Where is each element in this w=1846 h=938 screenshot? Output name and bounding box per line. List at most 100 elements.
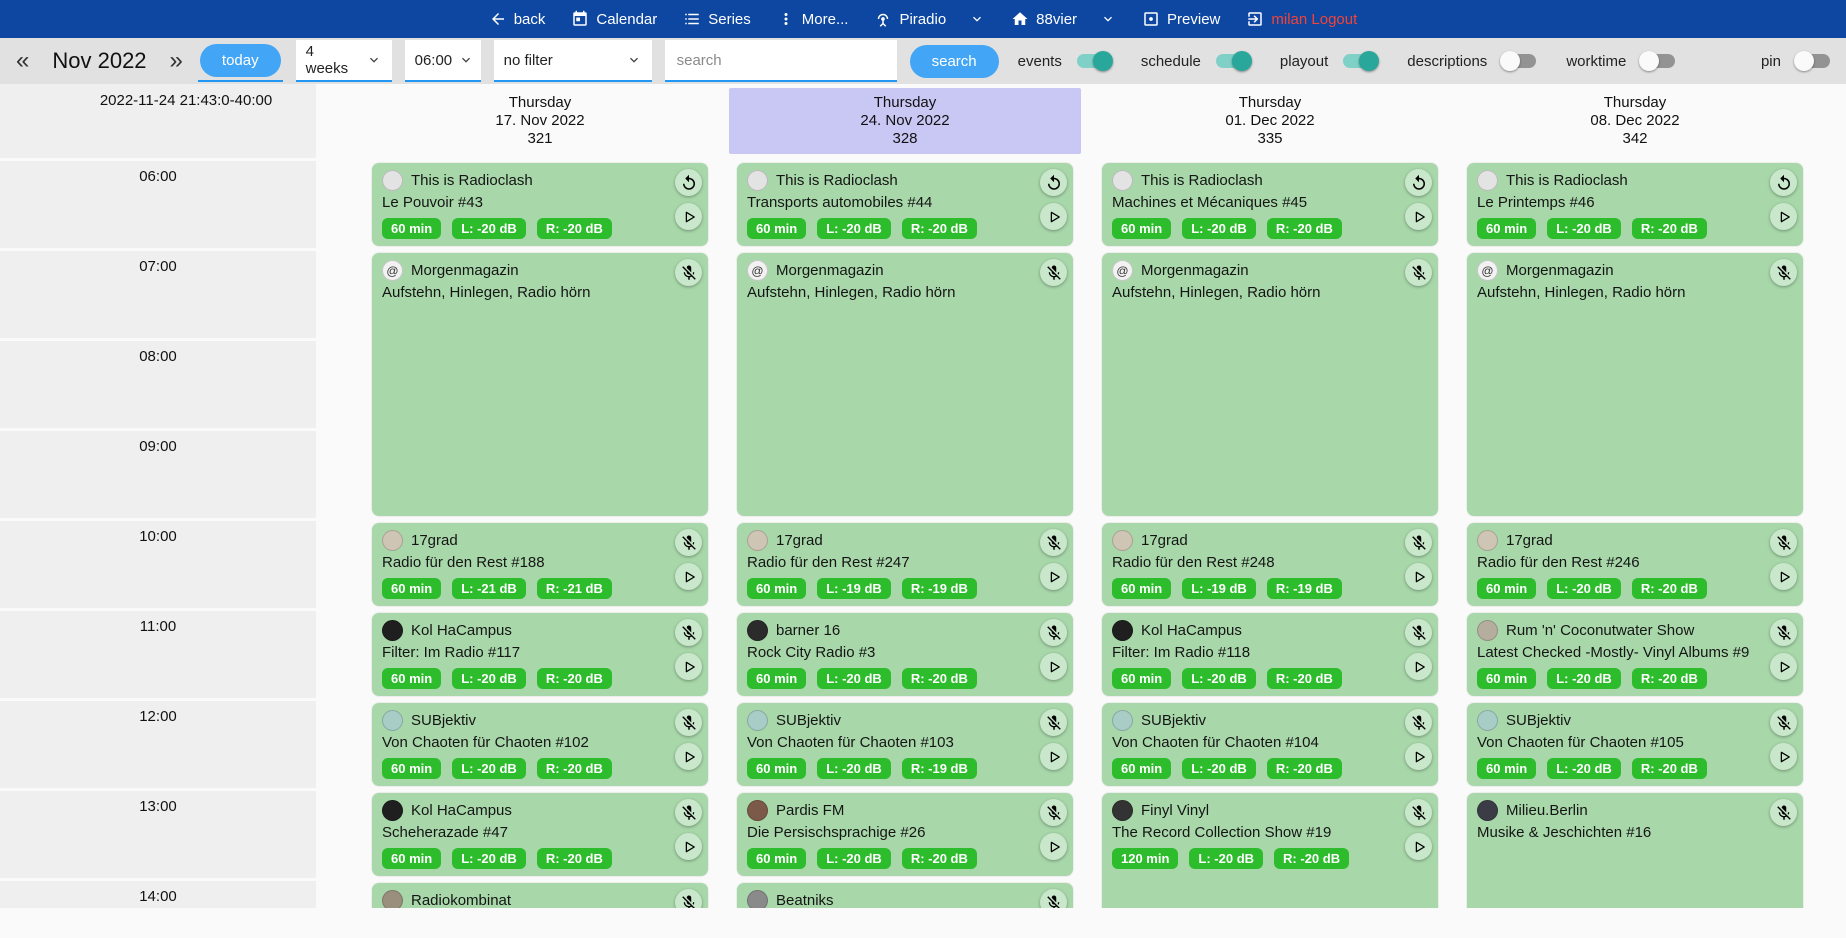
- play-button[interactable]: [1405, 833, 1432, 860]
- play-button[interactable]: [1770, 743, 1797, 770]
- play-button[interactable]: [1405, 203, 1432, 230]
- play-button[interactable]: [1040, 203, 1067, 230]
- nav-item-back[interactable]: back: [489, 10, 546, 28]
- day-header-01-dec-2022[interactable]: Thursday01. Dec 2022335: [1102, 88, 1438, 154]
- event-card[interactable]: Kol HaCampusFilter: Im Radio #11860 minL…: [1102, 613, 1438, 696]
- play-button[interactable]: [675, 563, 702, 590]
- play-button[interactable]: [1040, 563, 1067, 590]
- chevron-down-button[interactable]: [969, 11, 985, 27]
- play-button[interactable]: [675, 203, 702, 230]
- play-button[interactable]: [1770, 203, 1797, 230]
- nav-item-more[interactable]: More...: [777, 10, 849, 28]
- play-button[interactable]: [1040, 743, 1067, 770]
- events-switch[interactable]: [1075, 51, 1113, 71]
- mic-off-button[interactable]: [675, 799, 702, 826]
- event-card[interactable]: @MorgenmagazinAufstehn, Hinlegen, Radio …: [1467, 253, 1803, 516]
- mic-off-button[interactable]: [1405, 259, 1432, 286]
- episode-title: Filter: Im Radio #117: [382, 644, 698, 661]
- range-select[interactable]: 4 weeks: [296, 40, 392, 82]
- event-card[interactable]: Pardis FMDie Persischsprachige #2660 min…: [737, 793, 1073, 876]
- filter-select[interactable]: no filter: [494, 40, 652, 82]
- event-card[interactable]: Milieu.BerlinMusike & Jeschichten #16: [1467, 793, 1803, 908]
- mic-off-button[interactable]: [1040, 619, 1067, 646]
- event-card[interactable]: Beatniks: [737, 883, 1073, 908]
- mic-off-button[interactable]: [1040, 259, 1067, 286]
- search-input[interactable]: [665, 40, 897, 82]
- event-card[interactable]: Kol HaCampusFilter: Im Radio #11760 minL…: [372, 613, 708, 696]
- mic-off-button[interactable]: [1040, 799, 1067, 826]
- pin-switch[interactable]: [1794, 51, 1832, 71]
- mic-off-button[interactable]: [675, 259, 702, 286]
- play-button[interactable]: [1405, 653, 1432, 680]
- descriptions-switch[interactable]: [1500, 51, 1538, 71]
- play-button[interactable]: [675, 743, 702, 770]
- event-card[interactable]: @MorgenmagazinAufstehn, Hinlegen, Radio …: [1102, 253, 1438, 516]
- mic-off-button[interactable]: [1770, 529, 1797, 556]
- event-card[interactable]: Finyl VinylThe Record Collection Show #1…: [1102, 793, 1438, 908]
- chevron-down-button[interactable]: [1100, 11, 1116, 27]
- play-button[interactable]: [1040, 653, 1067, 680]
- event-card[interactable]: 17gradRadio für den Rest #24860 minL: -1…: [1102, 523, 1438, 606]
- event-card[interactable]: SUBjektivVon Chaoten für Chaoten #10360 …: [737, 703, 1073, 786]
- mic-off-button[interactable]: [1405, 619, 1432, 646]
- event-card[interactable]: SUBjektivVon Chaoten für Chaoten #10260 …: [372, 703, 708, 786]
- event-card[interactable]: This is RadioclashMachines et Mécaniques…: [1102, 163, 1438, 246]
- replay-button[interactable]: [675, 169, 702, 196]
- mic-off-button[interactable]: [1040, 529, 1067, 556]
- event-card[interactable]: This is RadioclashLe Pouvoir #4360 minL:…: [372, 163, 708, 246]
- mic-off-button[interactable]: [1770, 799, 1797, 826]
- prev-month-button[interactable]: «: [14, 49, 31, 73]
- event-card[interactable]: SUBjektivVon Chaoten für Chaoten #10560 …: [1467, 703, 1803, 786]
- event-card[interactable]: SUBjektivVon Chaoten für Chaoten #10460 …: [1102, 703, 1438, 786]
- nav-item-milan-logout[interactable]: milan Logout: [1246, 10, 1357, 28]
- play-button[interactable]: [675, 833, 702, 860]
- nav-item-calendar[interactable]: Calendar: [571, 10, 657, 28]
- day-header-17-nov-2022[interactable]: Thursday17. Nov 2022321: [372, 88, 708, 154]
- mic-off-button[interactable]: [675, 889, 702, 908]
- mic-off-button[interactable]: [675, 619, 702, 646]
- nav-item-series[interactable]: Series: [683, 10, 751, 28]
- event-card[interactable]: Kol HaCampusScheherazade #4760 minL: -20…: [372, 793, 708, 876]
- event-card[interactable]: This is RadioclashLe Printemps #4660 min…: [1467, 163, 1803, 246]
- mic-off-button[interactable]: [1770, 709, 1797, 736]
- replay-button[interactable]: [1770, 169, 1797, 196]
- event-card[interactable]: This is RadioclashTransports automobiles…: [737, 163, 1073, 246]
- mic-off-button[interactable]: [1770, 619, 1797, 646]
- play-button[interactable]: [1770, 563, 1797, 590]
- replay-button[interactable]: [1040, 169, 1067, 196]
- play-button[interactable]: [675, 653, 702, 680]
- mic-off-button[interactable]: [1040, 709, 1067, 736]
- today-button[interactable]: today: [200, 44, 281, 77]
- event-card[interactable]: @MorgenmagazinAufstehn, Hinlegen, Radio …: [737, 253, 1073, 516]
- event-card[interactable]: Radiokombinat: [372, 883, 708, 908]
- mic-off-button[interactable]: [675, 529, 702, 556]
- next-month-button[interactable]: »: [168, 49, 185, 73]
- worktime-switch[interactable]: [1639, 51, 1677, 71]
- mic-off-button[interactable]: [1405, 709, 1432, 736]
- event-card[interactable]: 17gradRadio für den Rest #24760 minL: -1…: [737, 523, 1073, 606]
- play-button[interactable]: [1405, 743, 1432, 770]
- mic-off-button[interactable]: [1405, 799, 1432, 826]
- event-card[interactable]: Rum 'n' Coconutwater ShowLatest Checked …: [1467, 613, 1803, 696]
- day-header-24-nov-2022[interactable]: Thursday24. Nov 2022328: [729, 88, 1081, 154]
- event-card[interactable]: 17gradRadio für den Rest #18860 minL: -2…: [372, 523, 708, 606]
- event-card[interactable]: barner 16Rock City Radio #360 minL: -20 …: [737, 613, 1073, 696]
- start-time-select[interactable]: 06:00: [405, 40, 481, 82]
- mic-off-button[interactable]: [1770, 259, 1797, 286]
- nav-item-piradio[interactable]: Piradio: [874, 10, 985, 28]
- day-header-08-dec-2022[interactable]: Thursday08. Dec 2022342: [1467, 88, 1803, 154]
- event-card[interactable]: 17gradRadio für den Rest #24660 minL: -2…: [1467, 523, 1803, 606]
- play-button[interactable]: [1405, 563, 1432, 590]
- nav-item-preview[interactable]: Preview: [1142, 10, 1220, 28]
- mic-off-button[interactable]: [1040, 889, 1067, 908]
- mic-off-button[interactable]: [675, 709, 702, 736]
- play-button[interactable]: [1040, 833, 1067, 860]
- playout-switch[interactable]: [1341, 51, 1379, 71]
- event-card[interactable]: @MorgenmagazinAufstehn, Hinlegen, Radio …: [372, 253, 708, 516]
- search-button[interactable]: search: [910, 45, 999, 78]
- mic-off-button[interactable]: [1405, 529, 1432, 556]
- play-button[interactable]: [1770, 653, 1797, 680]
- nav-item-88vier[interactable]: 88vier: [1011, 10, 1116, 28]
- replay-button[interactable]: [1405, 169, 1432, 196]
- schedule-switch[interactable]: [1214, 51, 1252, 71]
